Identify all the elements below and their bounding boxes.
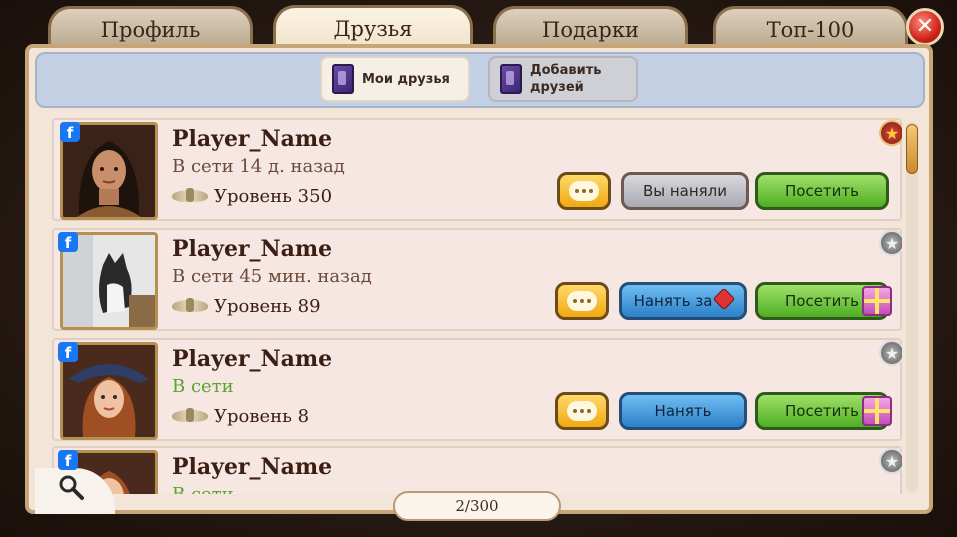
search-icon[interactable]	[58, 474, 84, 500]
favorite-star-icon[interactable]: ★	[879, 340, 902, 366]
subtab-label: Добавить друзей	[530, 63, 602, 95]
player-name: Player_Name	[172, 236, 333, 262]
list-item: f Player_Name В сети ★	[52, 446, 902, 494]
hired-button[interactable]: Вы наняли	[621, 172, 749, 210]
player-level: Уровень 89	[172, 296, 321, 317]
player-status: В сети 14 д. назад	[172, 156, 345, 177]
favorite-star-icon[interactable]: ★	[879, 120, 902, 146]
subtab-add-friends[interactable]: Добавить друзей	[488, 56, 638, 102]
level-text: Уровень 350	[214, 186, 333, 207]
chat-bubble-icon	[567, 291, 597, 311]
subtab-my-friends[interactable]: Мои друзья	[320, 56, 470, 102]
level-wings-icon	[172, 187, 208, 206]
visit-button[interactable]: Посетить	[755, 172, 889, 210]
scrollbar-track[interactable]	[906, 122, 918, 492]
level-wings-icon	[172, 297, 208, 316]
player-status: В сети 45 мин. назад	[172, 266, 372, 287]
level-wings-icon	[172, 407, 208, 426]
player-status: В сети	[172, 376, 234, 397]
add-friends-book-icon	[500, 64, 522, 94]
chat-button[interactable]	[555, 282, 609, 320]
page-counter: 2/300	[393, 491, 561, 521]
friends-list[interactable]: f Player_Name В сети 14 д. назад Уровень…	[52, 118, 902, 494]
subtab-bar	[35, 52, 925, 108]
hire-button[interactable]: Нанять	[619, 392, 747, 430]
close-icon: ✕	[915, 14, 935, 39]
player-name: Player_Name	[172, 126, 333, 152]
friends-book-icon	[332, 64, 354, 94]
gift-icon[interactable]	[862, 286, 892, 316]
list-item: f Player_Name В сети Уровень 8 Нанять По…	[52, 338, 902, 441]
chat-button[interactable]	[557, 172, 611, 210]
player-status: В сети	[172, 484, 234, 494]
facebook-icon: f	[58, 342, 78, 362]
player-level: Уровень 350	[172, 186, 332, 207]
facebook-icon: f	[58, 232, 78, 252]
player-name: Player_Name	[172, 346, 333, 372]
facebook-icon: f	[60, 122, 80, 142]
subtab-label: Мои друзья	[362, 71, 450, 87]
level-text: Уровень 8	[214, 406, 310, 427]
favorite-star-icon[interactable]: ★	[879, 448, 902, 474]
close-button[interactable]: ✕	[906, 8, 944, 46]
gift-icon[interactable]	[862, 396, 892, 426]
chat-bubble-icon	[567, 401, 597, 421]
hire-for-gem-button[interactable]: Нанять за	[619, 282, 747, 320]
hire-label: Нанять за	[633, 292, 713, 310]
chat-button[interactable]	[555, 392, 609, 430]
chat-bubble-icon	[569, 181, 599, 201]
list-item: f Player_Name В сети 45 мин. назад Урове…	[52, 228, 902, 331]
scrollbar-thumb[interactable]	[906, 124, 918, 174]
list-item: f Player_Name В сети 14 д. назад Уровень…	[52, 118, 902, 221]
favorite-star-icon[interactable]: ★	[879, 230, 902, 256]
ruby-gem-icon	[713, 287, 736, 311]
player-name: Player_Name	[172, 454, 333, 480]
level-text: Уровень 89	[214, 296, 321, 317]
player-level: Уровень 8	[172, 406, 309, 427]
facebook-icon: f	[58, 450, 78, 470]
